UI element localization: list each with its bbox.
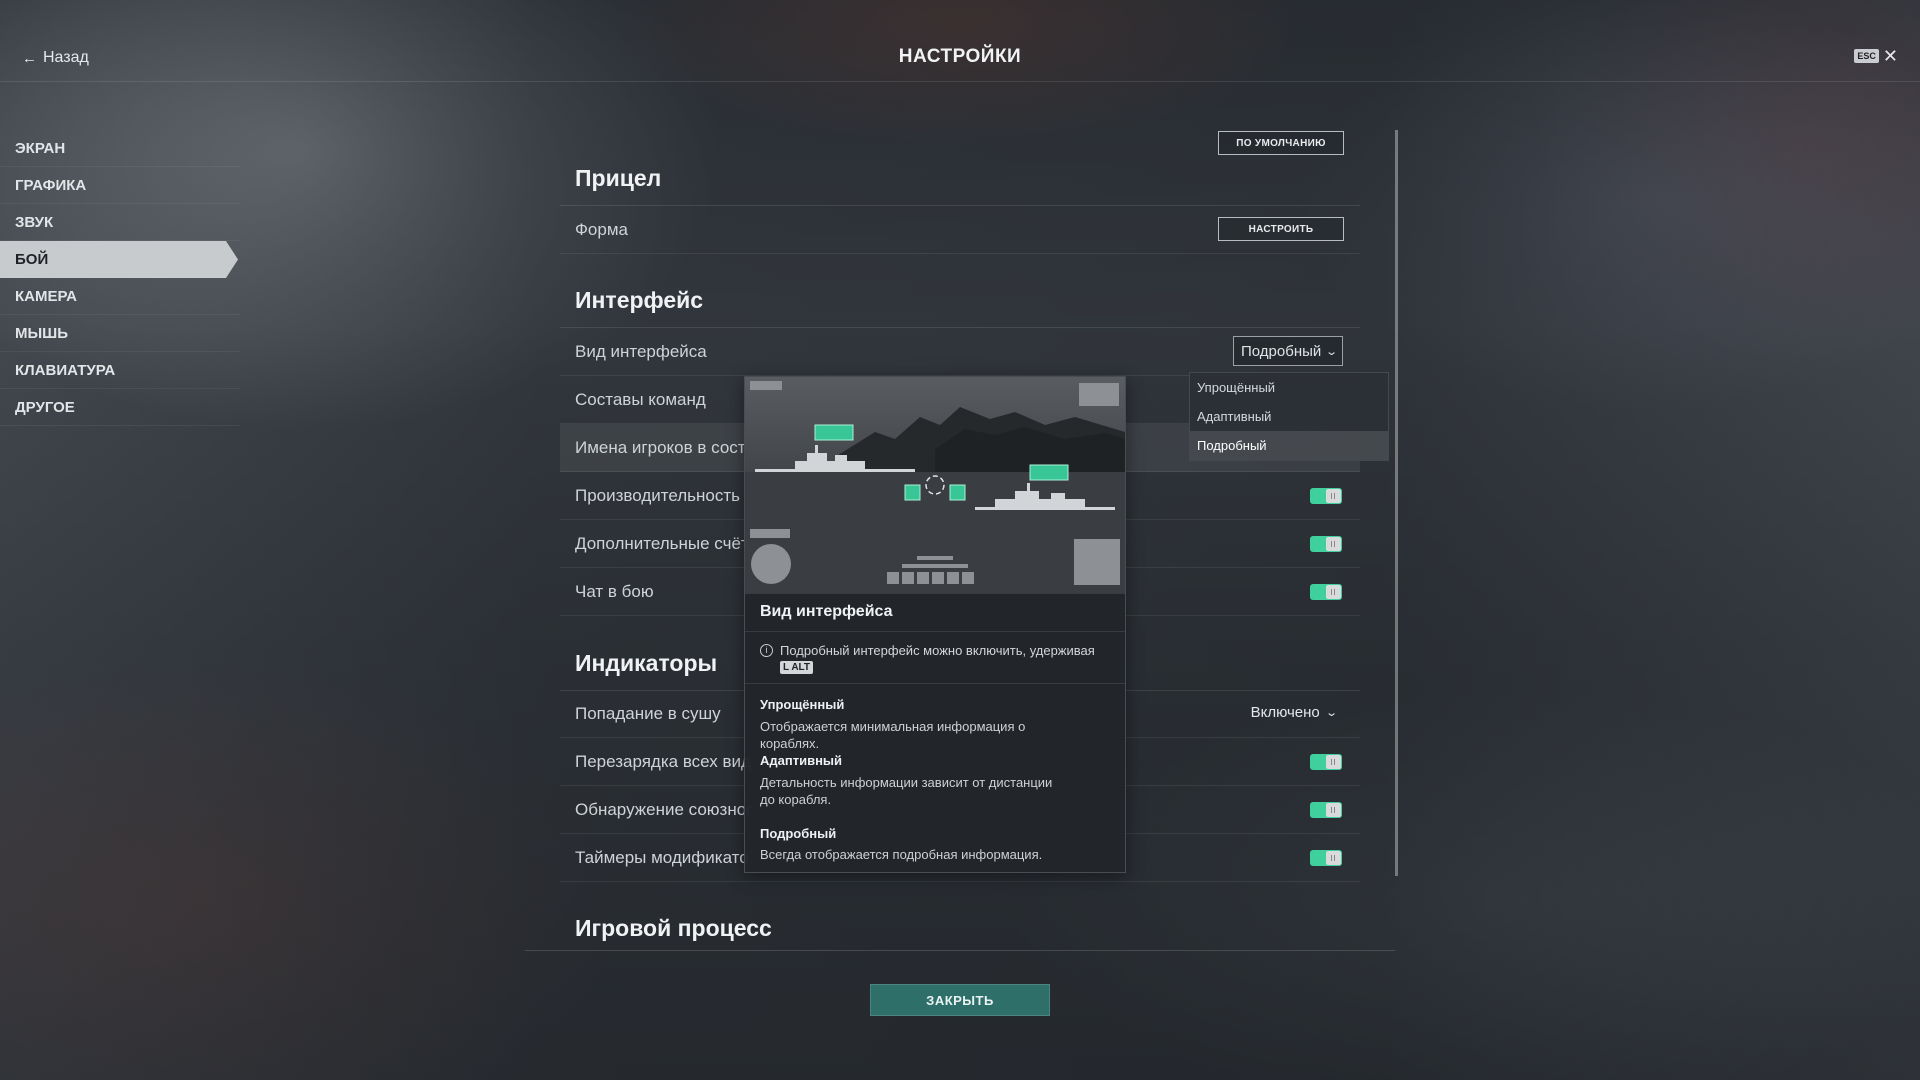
settings-sidebar: ЭКРАН ГРАФИКА ЗВУК БОЙ КАМЕРА МЫШЬ КЛАВИ… (0, 130, 240, 426)
interface-view-tooltip: Вид интерфейса i Подробный интерфейс мож… (744, 376, 1126, 873)
tooltip-option-desc: Всегда отображается подробная информация… (760, 847, 1043, 862)
tooltip-option-name: Упрощённый (760, 697, 845, 712)
sidebar-item-graphics[interactable]: ГРАФИКА (0, 167, 240, 204)
toggle-knob (1326, 851, 1341, 865)
dropdown-option-detailed[interactable]: Подробный (1190, 431, 1388, 460)
sidebar-item-label: ДРУГОЕ (15, 398, 75, 416)
land-hit-select[interactable]: Включено ⌄ (1250, 704, 1338, 721)
sidebar-item-label: КЛАВИАТУРА (15, 361, 116, 379)
sidebar-item-label: ГРАФИКА (15, 176, 87, 194)
section-title-indicators: Индикаторы (575, 650, 718, 676)
tooltip-info-text: Подробный интерфейс можно включить, удер… (780, 643, 1095, 658)
setting-label: Форма (575, 220, 628, 239)
scrollbar[interactable] (1395, 130, 1398, 876)
interface-preview-image (745, 377, 1125, 593)
setting-label: Попадание в сушу (575, 704, 721, 723)
configure-aim-button[interactable]: НАСТРОИТЬ (1218, 217, 1344, 241)
page-title: НАСТРОЙКИ (898, 46, 1022, 67)
close-icon: ✕ (1882, 46, 1898, 66)
setting-label: Чат в бою (575, 582, 654, 601)
extra-counters-toggle[interactable] (1310, 536, 1342, 552)
setting-label: Дополнительные счётч (575, 534, 758, 553)
section-title-aim: Прицел (575, 165, 662, 191)
preview-illustration (745, 381, 1125, 593)
dropdown-option-adaptive[interactable]: Адаптивный (1190, 402, 1388, 431)
toggle-knob (1326, 489, 1341, 503)
setting-label: Имена игроков в соста (575, 438, 755, 457)
close-settings-button[interactable]: ЗАКРЫТЬ (870, 984, 1050, 1016)
sidebar-item-other[interactable]: ДРУГОЕ (0, 389, 240, 426)
sidebar-item-camera[interactable]: КАМЕРА (0, 278, 240, 315)
modifier-timers-toggle[interactable] (1310, 850, 1342, 866)
select-value: Включено (1250, 704, 1320, 721)
select-value: Подробный (1241, 342, 1322, 360)
section-title-interface: Интерфейс (575, 287, 704, 313)
tooltip-option-desc: Детальность информации зависит от дистан… (760, 775, 1053, 807)
setting-label: Перезарядка всех вид (575, 752, 751, 771)
sidebar-item-mouse[interactable]: МЫШЬ (0, 315, 240, 352)
chevron-down-icon: ⌄ (1324, 707, 1338, 719)
sidebar-item-label: ЗВУК (15, 213, 54, 231)
battle-chat-toggle[interactable] (1310, 584, 1342, 600)
tooltip-option-desc: Отображается минимальная информация о ко… (760, 719, 1026, 751)
info-icon: i (760, 644, 773, 657)
sidebar-item-label: ЭКРАН (15, 139, 66, 157)
tooltip-option-name: Подробный (760, 826, 837, 841)
tooltip-divider (745, 593, 1125, 594)
sidebar-item-label: КАМЕРА (15, 287, 78, 305)
esc-key-badge: ESC (1854, 49, 1879, 63)
tooltip-info: i Подробный интерфейс можно включить, уд… (760, 643, 1100, 675)
setting-label: Производительность (575, 486, 741, 505)
esc-close-button[interactable]: ESC ✕ (1854, 46, 1898, 66)
sidebar-item-sound[interactable]: ЗВУК (0, 204, 240, 241)
chevron-down-icon: ⌄ (1325, 345, 1339, 358)
setting-label: Вид интерфейса (575, 342, 707, 361)
toggle-knob (1326, 537, 1341, 551)
key-badge-lalt: L ALT (780, 661, 814, 674)
sidebar-item-label: МЫШЬ (15, 324, 69, 342)
toggle-knob (1326, 585, 1341, 599)
ally-detection-toggle[interactable] (1310, 802, 1342, 818)
reload-toggle[interactable] (1310, 754, 1342, 770)
sidebar-item-battle[interactable]: БОЙ (0, 241, 238, 278)
section-title-gameplay: Игровой процесс (575, 915, 772, 941)
toggle-knob (1326, 803, 1341, 817)
tooltip-divider (745, 683, 1125, 684)
tooltip-option-name: Адаптивный (760, 753, 843, 768)
reset-defaults-button[interactable]: ПО УМОЛЧАНИЮ (1218, 131, 1344, 155)
performance-toggle[interactable] (1310, 488, 1342, 504)
sidebar-item-label: БОЙ (15, 250, 49, 268)
interface-view-select[interactable]: Подробный ⌄ (1233, 336, 1343, 366)
tooltip-title: Вид интерфейса (760, 603, 893, 620)
setting-label: Обнаружение союзног (575, 800, 753, 819)
interface-view-dropdown: Упрощённый Адаптивный Подробный (1189, 372, 1389, 461)
tooltip-divider (745, 631, 1125, 632)
toggle-knob (1326, 755, 1341, 769)
panel-bottom-divider (525, 950, 1395, 951)
sidebar-item-screen[interactable]: ЭКРАН (0, 130, 240, 167)
setting-label: Таймеры модификато (575, 848, 749, 867)
dropdown-option-simplified[interactable]: Упрощённый (1190, 373, 1388, 402)
header: ← Назад НАСТРОЙКИ ESC ✕ (0, 0, 1920, 82)
sidebar-item-keyboard[interactable]: КЛАВИАТУРА (0, 352, 240, 389)
setting-label: Составы команд (575, 390, 706, 409)
